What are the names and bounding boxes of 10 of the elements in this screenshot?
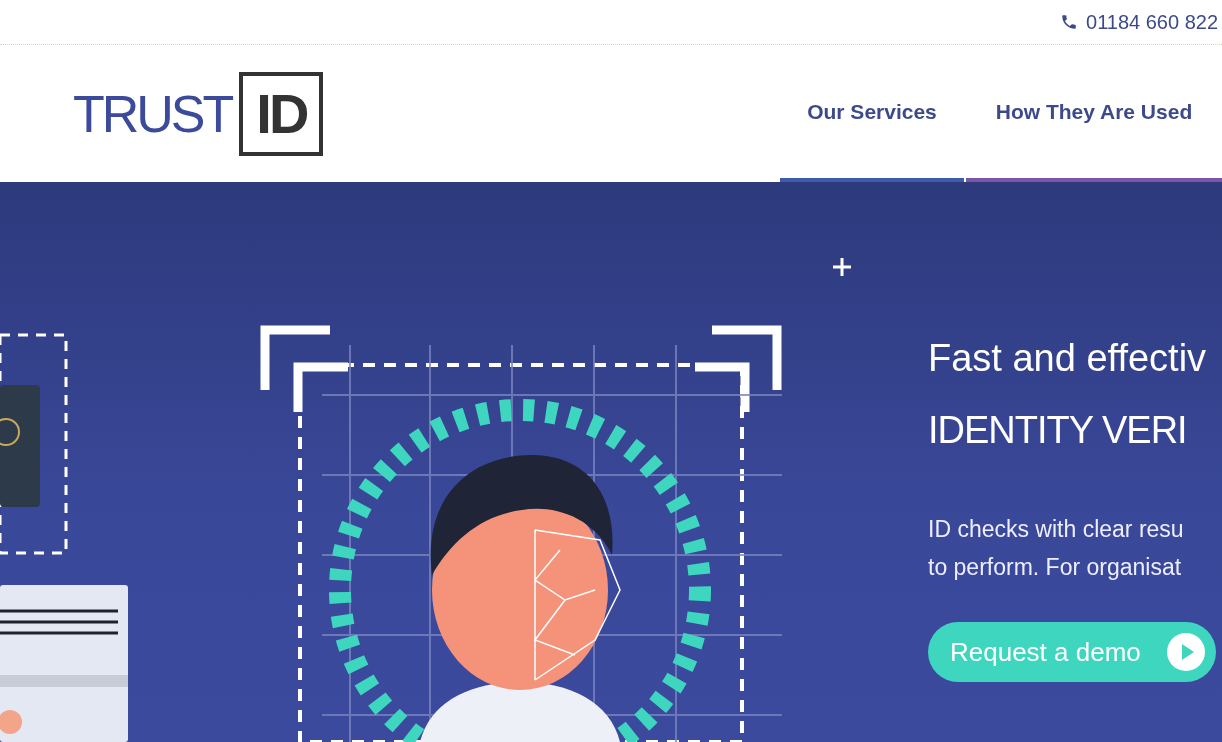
logo-boxed-text[interactable]: ID xyxy=(239,71,324,156)
hero-text-line: to perform. For organisat xyxy=(928,553,1183,582)
play-icon xyxy=(1166,632,1206,672)
logo-text[interactable]: TRUST xyxy=(73,87,232,140)
hero-text-line: ID checks with clear resu xyxy=(928,515,1185,544)
plus-icon xyxy=(831,256,853,278)
hero-heading: Fast and effectiv xyxy=(928,336,1208,381)
phone-icon xyxy=(1060,12,1078,32)
phone-number[interactable]: 01184 660 822 xyxy=(1086,10,1218,34)
hero-subheading: IDENTITY VERI xyxy=(928,408,1188,453)
